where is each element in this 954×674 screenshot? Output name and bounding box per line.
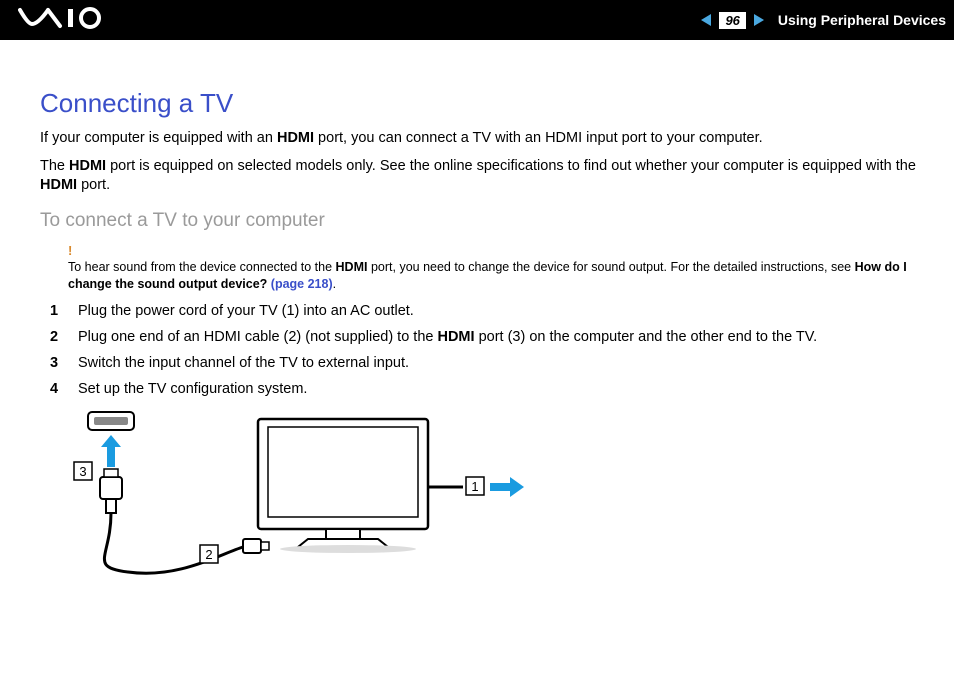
next-page-button[interactable]: [750, 12, 766, 28]
page-nav: 96: [699, 12, 765, 29]
paragraph-2: The HDMI port is equipped on selected mo…: [40, 157, 926, 196]
hdmi-cable-icon: [100, 469, 269, 573]
hdmi-port-icon: [88, 412, 134, 430]
paragraph-1: If your computer is equipped with an HDM…: [40, 129, 926, 149]
step-1: 1 Plug the power cord of your TV (1) int…: [40, 303, 926, 319]
step-2: 2 Plug one end of an HDMI cable (2) (not…: [40, 329, 926, 345]
header-right: 96 Using Peripheral Devices: [699, 12, 946, 29]
label-3: 3: [79, 464, 86, 479]
arrow-up-icon: [101, 435, 121, 467]
step-3: 3 Switch the input channel of the TV to …: [40, 355, 926, 371]
subheading: To connect a TV to your computer: [40, 210, 926, 232]
page-title: Connecting a TV: [40, 88, 926, 119]
header-bar: 96 Using Peripheral Devices: [0, 0, 954, 40]
label-2: 2: [205, 547, 212, 562]
steps-list: 1 Plug the power cord of your TV (1) int…: [40, 303, 926, 397]
section-label: Using Peripheral Devices: [778, 12, 946, 28]
connection-diagram: 3 2: [68, 407, 926, 602]
warning-icon: !: [68, 242, 926, 260]
arrow-right-icon: [490, 477, 524, 497]
vaio-logo: [18, 6, 113, 35]
step-4: 4 Set up the TV configuration system.: [40, 381, 926, 397]
prev-page-button[interactable]: [699, 12, 715, 28]
page-number: 96: [719, 12, 745, 29]
page-content: Connecting a TV If your computer is equi…: [0, 40, 954, 622]
page-link-218[interactable]: (page 218): [271, 277, 333, 291]
note-block: ! To hear sound from the device connecte…: [68, 242, 926, 293]
label-1: 1: [471, 479, 478, 494]
tv-icon: [258, 419, 428, 553]
